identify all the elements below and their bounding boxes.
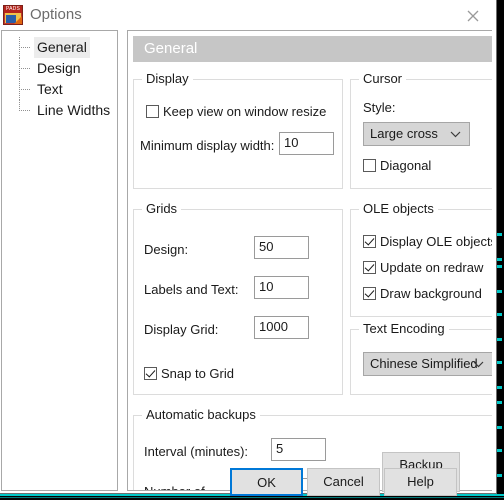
group-grids: Grids Design: 50 Labels and Text: 10 Dis…	[133, 201, 343, 395]
tree-item-design[interactable]: Design	[2, 58, 117, 79]
text-encoding-value: Chinese Simplified	[370, 356, 478, 371]
checkbox-snap-to-grid[interactable]: Snap to Grid	[144, 366, 234, 381]
checkbox-diagonal-label: Diagonal	[380, 158, 432, 173]
backup-number-of-label: Number of	[144, 484, 205, 490]
group-text-encoding-title: Text Encoding	[359, 321, 449, 336]
checkbox-update-on-redraw-box[interactable]	[363, 261, 376, 274]
grid-design-input[interactable]: 50	[254, 236, 309, 259]
checkbox-keep-view-label: Keep view on window resize	[163, 104, 327, 119]
cursor-style-label: Style:	[363, 100, 396, 115]
tree-line-horizontal	[19, 89, 30, 91]
title-bar: PADS Options	[0, 0, 496, 30]
checkbox-snap-to-grid-box[interactable]	[144, 367, 157, 380]
min-display-width-input[interactable]: 10	[279, 132, 334, 155]
checkbox-update-on-redraw[interactable]: Update on redraw	[363, 260, 483, 275]
tree-item-line-widths[interactable]: Line Widths	[2, 100, 117, 121]
grid-labels-text-label: Labels and Text:	[144, 282, 239, 297]
group-cursor: Cursor Style: Large cross Diagonal	[350, 71, 492, 189]
checkbox-draw-background-label: Draw background	[380, 286, 482, 301]
chevron-down-icon	[450, 131, 461, 138]
options-dialog: PADS Options General Design Text Line Wi…	[0, 0, 497, 494]
app-icon-corner	[14, 16, 22, 24]
cancel-button[interactable]: Cancel	[307, 468, 380, 496]
group-ole-objects: OLE objects Display OLE objects Update o…	[350, 201, 492, 317]
tree-item-label: General	[34, 37, 90, 58]
text-encoding-select[interactable]: Chinese Simplified	[363, 352, 492, 376]
settings-tree[interactable]: General Design Text Line Widths	[1, 30, 118, 491]
tree-item-label: Design	[37, 60, 81, 76]
group-display-title: Display	[142, 71, 193, 86]
group-display: Display Keep view on window resize Minim…	[133, 71, 343, 189]
cursor-style-value: Large cross	[370, 126, 438, 141]
group-cursor-title: Cursor	[359, 71, 407, 86]
checkbox-diagonal[interactable]: Diagonal	[363, 158, 431, 173]
tree-item-text[interactable]: Text	[2, 79, 117, 100]
cursor-style-select[interactable]: Large cross	[363, 122, 470, 146]
app-icon-label: PADS	[4, 6, 22, 13]
pads-app-icon: PADS	[3, 5, 23, 25]
checkbox-snap-to-grid-label: Snap to Grid	[161, 366, 234, 381]
checkbox-draw-background[interactable]: Draw background	[363, 286, 482, 301]
tree-line-horizontal	[19, 47, 30, 49]
tree-line-horizontal	[19, 68, 30, 70]
tree-item-general[interactable]: General	[2, 37, 117, 58]
group-text-encoding: Text Encoding Chinese Simplified	[350, 321, 492, 395]
chevron-down-icon	[473, 361, 484, 368]
checkbox-diagonal-box[interactable]	[363, 159, 376, 172]
group-grids-title: Grids	[142, 201, 182, 216]
display-grid-label: Display Grid:	[144, 322, 219, 337]
group-ole-title: OLE objects	[359, 201, 438, 216]
checkbox-update-on-redraw-label: Update on redraw	[380, 260, 484, 275]
tree-line-horizontal	[19, 110, 30, 112]
section-title-banner: General	[133, 36, 492, 62]
ok-button[interactable]: OK	[230, 468, 303, 496]
checkbox-display-ole-box[interactable]	[363, 235, 376, 248]
content-pane: General Display Keep view on window resi…	[127, 30, 492, 491]
backup-interval-label: Interval (minutes):	[144, 444, 249, 459]
screen: PADS Options General Design Text Line Wi…	[0, 0, 504, 500]
display-grid-input[interactable]: 1000	[254, 316, 309, 339]
backup-interval-input[interactable]: 5	[271, 438, 326, 461]
close-icon[interactable]	[451, 0, 496, 29]
window-title: Options	[30, 6, 82, 23]
help-button[interactable]: Help	[384, 468, 457, 496]
min-display-width-label: Minimum display width:	[140, 138, 275, 153]
close-x-glyph	[467, 10, 479, 22]
checkbox-draw-background-box[interactable]	[363, 287, 376, 300]
checkbox-keep-view-box[interactable]	[146, 105, 159, 118]
checkbox-display-ole-label: Display OLE objects	[380, 234, 492, 249]
grid-labels-text-input[interactable]: 10	[254, 276, 309, 299]
pane-divider	[120, 30, 125, 491]
grid-design-label: Design:	[144, 242, 189, 257]
tree-item-label: Text	[37, 81, 63, 97]
group-backups-title: Automatic backups	[142, 407, 260, 422]
checkbox-keep-view[interactable]: Keep view on window resize	[146, 104, 326, 119]
checkbox-display-ole[interactable]: Display OLE objects	[363, 234, 492, 249]
tree-item-label: Line Widths	[37, 102, 111, 118]
